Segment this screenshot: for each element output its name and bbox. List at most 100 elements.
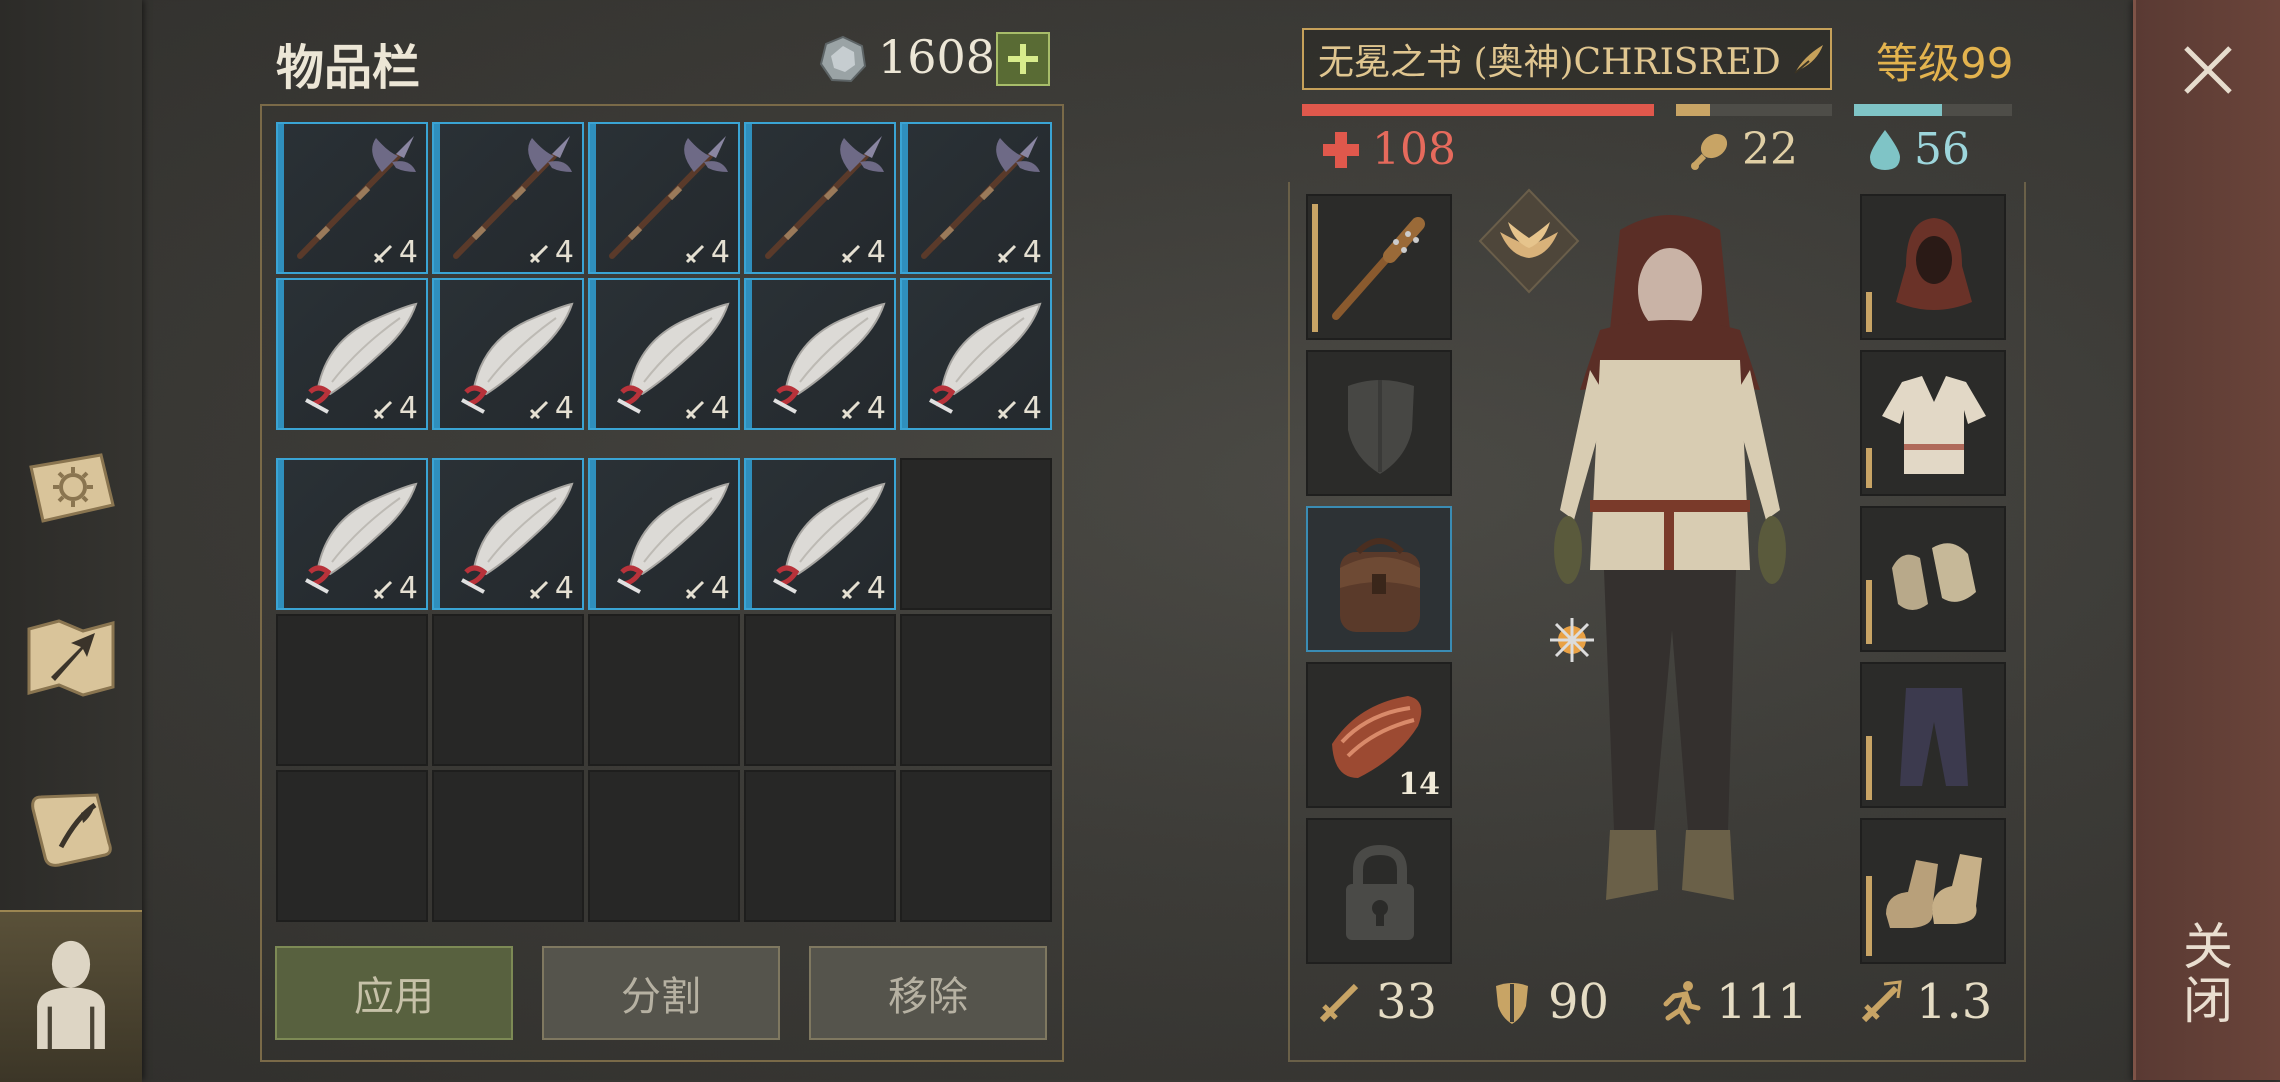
level-sword-icon bbox=[841, 244, 860, 263]
inventory-slot-scimitar[interactable]: 4 bbox=[432, 278, 584, 430]
inventory-slot-scimitar[interactable]: 4 bbox=[588, 458, 740, 610]
meat-drumstick-icon bbox=[1691, 133, 1728, 170]
inventory-slot-scimitar[interactable]: 4 bbox=[744, 278, 896, 430]
close-icon[interactable] bbox=[2180, 42, 2236, 98]
food-stat: 22 bbox=[1688, 124, 1798, 175]
item-level: 4 bbox=[683, 235, 730, 270]
item-level-value: 4 bbox=[398, 571, 418, 606]
item-level-value: 4 bbox=[398, 235, 418, 270]
inventory-slot-empty[interactable] bbox=[900, 614, 1052, 766]
character-model bbox=[1550, 215, 1786, 900]
quest-scroll-icon[interactable] bbox=[14, 770, 128, 884]
plus-icon bbox=[1008, 44, 1038, 74]
spiked-club-icon bbox=[1332, 217, 1425, 320]
inventory-slot-scimitar[interactable]: 4 bbox=[588, 278, 740, 430]
inventory-slot-empty[interactable] bbox=[900, 770, 1052, 922]
character-name-box[interactable]: 无冕之书 (奥神)CHRISRED bbox=[1302, 28, 1832, 90]
hood-icon bbox=[1896, 218, 1972, 310]
attack-speed-value: 1.3 bbox=[1916, 974, 1993, 1030]
map-arrow-icon[interactable] bbox=[14, 600, 128, 714]
inventory-slot-empty[interactable] bbox=[588, 770, 740, 922]
close-panel[interactable]: 关闭 bbox=[2133, 0, 2280, 1080]
apply-button[interactable]: 应用 bbox=[275, 946, 513, 1040]
attack-value: 33 bbox=[1376, 974, 1438, 1030]
head-armor-slot[interactable] bbox=[1860, 194, 2006, 340]
inventory-slot-empty[interactable] bbox=[432, 614, 584, 766]
locked-slot[interactable] bbox=[1306, 818, 1452, 964]
lock-icon bbox=[1346, 844, 1414, 940]
item-level-value: 4 bbox=[398, 391, 418, 426]
item-level: 4 bbox=[839, 235, 886, 270]
inventory-slot-empty[interactable] bbox=[432, 770, 584, 922]
item-level-value: 4 bbox=[554, 391, 574, 426]
item-level: 4 bbox=[995, 391, 1042, 426]
legs-armor-slot[interactable] bbox=[1860, 662, 2006, 808]
inventory-slot-empty[interactable] bbox=[588, 614, 740, 766]
level-sword-icon bbox=[685, 244, 704, 263]
hands-armor-slot[interactable] bbox=[1860, 506, 2006, 652]
backpack-icon bbox=[1340, 538, 1420, 632]
item-level: 4 bbox=[527, 391, 574, 426]
boots-icon bbox=[1886, 854, 1982, 928]
food-slot[interactable]: 14 bbox=[1306, 662, 1452, 808]
health-value: 108 bbox=[1372, 124, 1456, 175]
health-stat: 108 bbox=[1320, 124, 1456, 175]
inventory-slot-halberd[interactable]: 4 bbox=[588, 122, 740, 274]
inventory-slot-halberd[interactable]: 4 bbox=[276, 122, 428, 274]
item-level: 4 bbox=[371, 571, 418, 606]
meat-count: 14 bbox=[1398, 767, 1440, 802]
shield-slot[interactable] bbox=[1306, 350, 1452, 496]
edit-quill-icon[interactable] bbox=[1789, 39, 1829, 79]
inventory-slot-empty[interactable] bbox=[276, 614, 428, 766]
remove-button[interactable]: 移除 bbox=[809, 946, 1047, 1040]
defense-stat: 90 bbox=[1488, 974, 1609, 1030]
left-nav bbox=[0, 0, 142, 1082]
inventory-slot-scimitar[interactable]: 4 bbox=[744, 458, 896, 610]
inventory-slot-halberd[interactable]: 4 bbox=[900, 122, 1052, 274]
close-label[interactable]: 关闭 bbox=[2175, 920, 2240, 1040]
defense-value: 90 bbox=[1548, 974, 1610, 1030]
running-icon bbox=[1663, 981, 1701, 1025]
item-level-value: 4 bbox=[554, 235, 574, 270]
inventory-slot-scimitar[interactable]: 4 bbox=[276, 458, 428, 610]
chest-armor-slot[interactable] bbox=[1860, 350, 2006, 496]
inventory-slot-scimitar[interactable]: 4 bbox=[276, 278, 428, 430]
inventory-slot-scimitar[interactable]: 4 bbox=[432, 458, 584, 610]
skills-book-icon[interactable] bbox=[14, 430, 128, 544]
inventory-slot-scimitar[interactable]: 4 bbox=[900, 278, 1052, 430]
level-sword-icon bbox=[841, 400, 860, 419]
sword-icon bbox=[1319, 983, 1359, 1023]
inventory-slot-halberd[interactable]: 4 bbox=[432, 122, 584, 274]
inventory-slot-empty[interactable] bbox=[900, 458, 1052, 610]
add-currency-button[interactable] bbox=[996, 32, 1050, 86]
inventory-slot-halberd[interactable]: 4 bbox=[744, 122, 896, 274]
item-level: 4 bbox=[995, 235, 1042, 270]
health-bar bbox=[1302, 104, 1654, 116]
level-sword-icon bbox=[997, 244, 1016, 263]
item-level: 4 bbox=[683, 571, 730, 606]
water-drop-icon bbox=[1870, 129, 1900, 170]
inventory-grid-backpack: 4 4 4 4 bbox=[276, 458, 1052, 922]
pants-icon bbox=[1900, 688, 1968, 786]
item-level-value: 4 bbox=[1022, 235, 1042, 270]
level-sword-icon bbox=[685, 400, 704, 419]
level-sword-icon bbox=[529, 244, 548, 263]
water-bar bbox=[1854, 104, 2012, 116]
shield-placeholder-icon bbox=[1348, 380, 1414, 474]
item-level: 4 bbox=[371, 235, 418, 270]
feet-armor-slot[interactable] bbox=[1860, 818, 2006, 964]
character-tab-active[interactable] bbox=[0, 910, 142, 1082]
weapon-slot[interactable] bbox=[1306, 194, 1452, 340]
speed-value: 111 bbox=[1716, 974, 1808, 1030]
backpack-slot[interactable] bbox=[1306, 506, 1452, 652]
inventory-slot-empty[interactable] bbox=[744, 614, 896, 766]
inventory-slot-empty[interactable] bbox=[744, 770, 896, 922]
attack-speed-icon bbox=[1861, 980, 1902, 1023]
split-button[interactable]: 分割 bbox=[542, 946, 780, 1040]
food-value: 22 bbox=[1742, 124, 1798, 175]
water-stat: 56 bbox=[1866, 124, 1970, 175]
gloves-icon bbox=[1892, 543, 1976, 610]
item-level: 4 bbox=[839, 391, 886, 426]
inventory-slot-empty[interactable] bbox=[276, 770, 428, 922]
level-sword-icon bbox=[997, 400, 1016, 419]
